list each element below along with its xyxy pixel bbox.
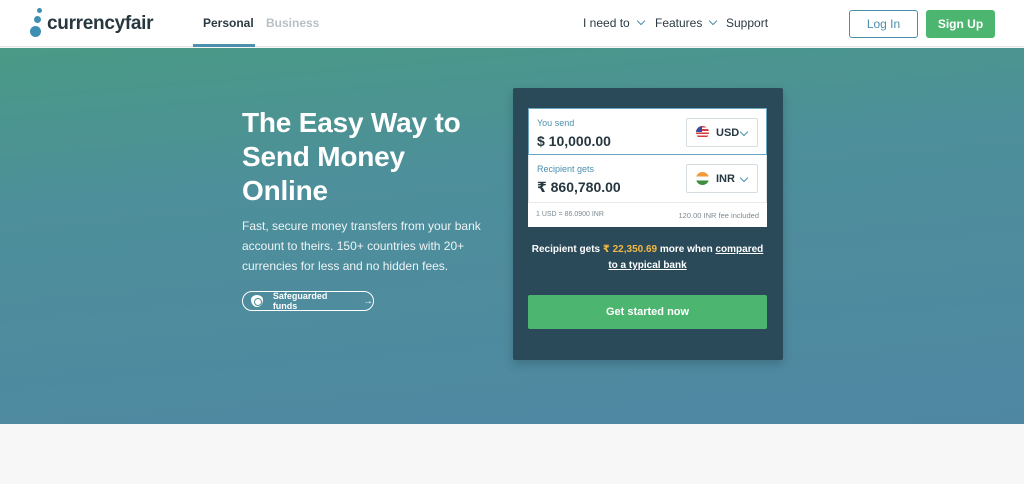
exchange-rate: 1 USD = 86.0900 INR	[536, 211, 604, 218]
saving-middle: more when	[659, 244, 713, 255]
hero-section: The Easy Way to Send Money Online Fast, …	[0, 48, 1024, 424]
tab-business[interactable]: Business	[266, 16, 319, 30]
saving-message: Recipient gets ₹ 22,350.69 more when com…	[528, 242, 767, 274]
nav-i-need-to[interactable]: I need to	[583, 16, 645, 30]
send-label: You send	[537, 118, 575, 128]
fee-amount: 120.00 INR	[678, 211, 717, 220]
nav-support-label: Support	[726, 16, 769, 30]
chevron-down-icon	[739, 173, 749, 183]
nav-features[interactable]: Features	[655, 16, 718, 30]
nav-features-label: Features	[655, 16, 703, 30]
send-amount-value[interactable]: $ 10,000.00	[537, 133, 611, 149]
logo-text: currencyfair	[47, 13, 154, 34]
get-started-button[interactable]: Get started now	[528, 295, 767, 329]
hero-title: The Easy Way to Send Money Online	[242, 107, 461, 206]
active-tab-indicator	[193, 44, 255, 47]
login-button[interactable]: Log In	[849, 10, 918, 38]
rate-info-row: 1 USD = 86.0900 INR 120.00 INR fee inclu…	[528, 202, 767, 227]
chevron-down-icon	[636, 16, 645, 26]
nav-i-need-to-label: I need to	[583, 16, 630, 30]
send-amount-field[interactable]: You send $ 10,000.00 USD	[528, 108, 767, 155]
logo[interactable]: currencyfair	[29, 8, 179, 40]
hero-subtitle: Fast, secure money transfers from your b…	[242, 219, 481, 273]
fee-suffix: fee included	[718, 211, 759, 220]
converter-card: You send $ 10,000.00 USD Recipient gets …	[513, 88, 783, 360]
nav-support[interactable]: Support	[726, 16, 768, 30]
recipient-amount-value[interactable]: ₹ 860,780.00	[537, 179, 621, 196]
arrow-right-icon: →	[363, 295, 373, 307]
us-flag-icon	[696, 126, 709, 139]
send-currency-code: USD	[716, 126, 740, 139]
chevron-down-icon	[709, 16, 718, 26]
india-flag-icon	[696, 172, 709, 185]
recipient-currency-select[interactable]: INR	[686, 164, 758, 193]
signup-button[interactable]: Sign Up	[926, 10, 995, 38]
send-currency-select[interactable]: USD	[686, 118, 758, 147]
tab-personal[interactable]: Personal	[203, 16, 254, 30]
top-navbar: currencyfair Personal Business I need to…	[0, 0, 1024, 47]
safeguarded-funds-label: Safeguarded funds	[272, 291, 328, 311]
recipient-amount-field[interactable]: Recipient gets ₹ 860,780.00 INR	[528, 155, 767, 202]
chevron-down-icon	[739, 127, 749, 137]
logo-mark-icon	[29, 8, 45, 40]
saving-amount: ₹ 22,350.69	[602, 244, 658, 255]
safeguarded-funds-button[interactable]: Safeguarded funds →	[242, 291, 374, 311]
saving-prefix: Recipient gets	[531, 244, 601, 255]
recipient-currency-code: INR	[716, 172, 735, 185]
fee-info: 120.00 INR fee included	[679, 211, 760, 220]
shield-icon	[251, 295, 263, 307]
recipient-label: Recipient gets	[537, 164, 595, 174]
